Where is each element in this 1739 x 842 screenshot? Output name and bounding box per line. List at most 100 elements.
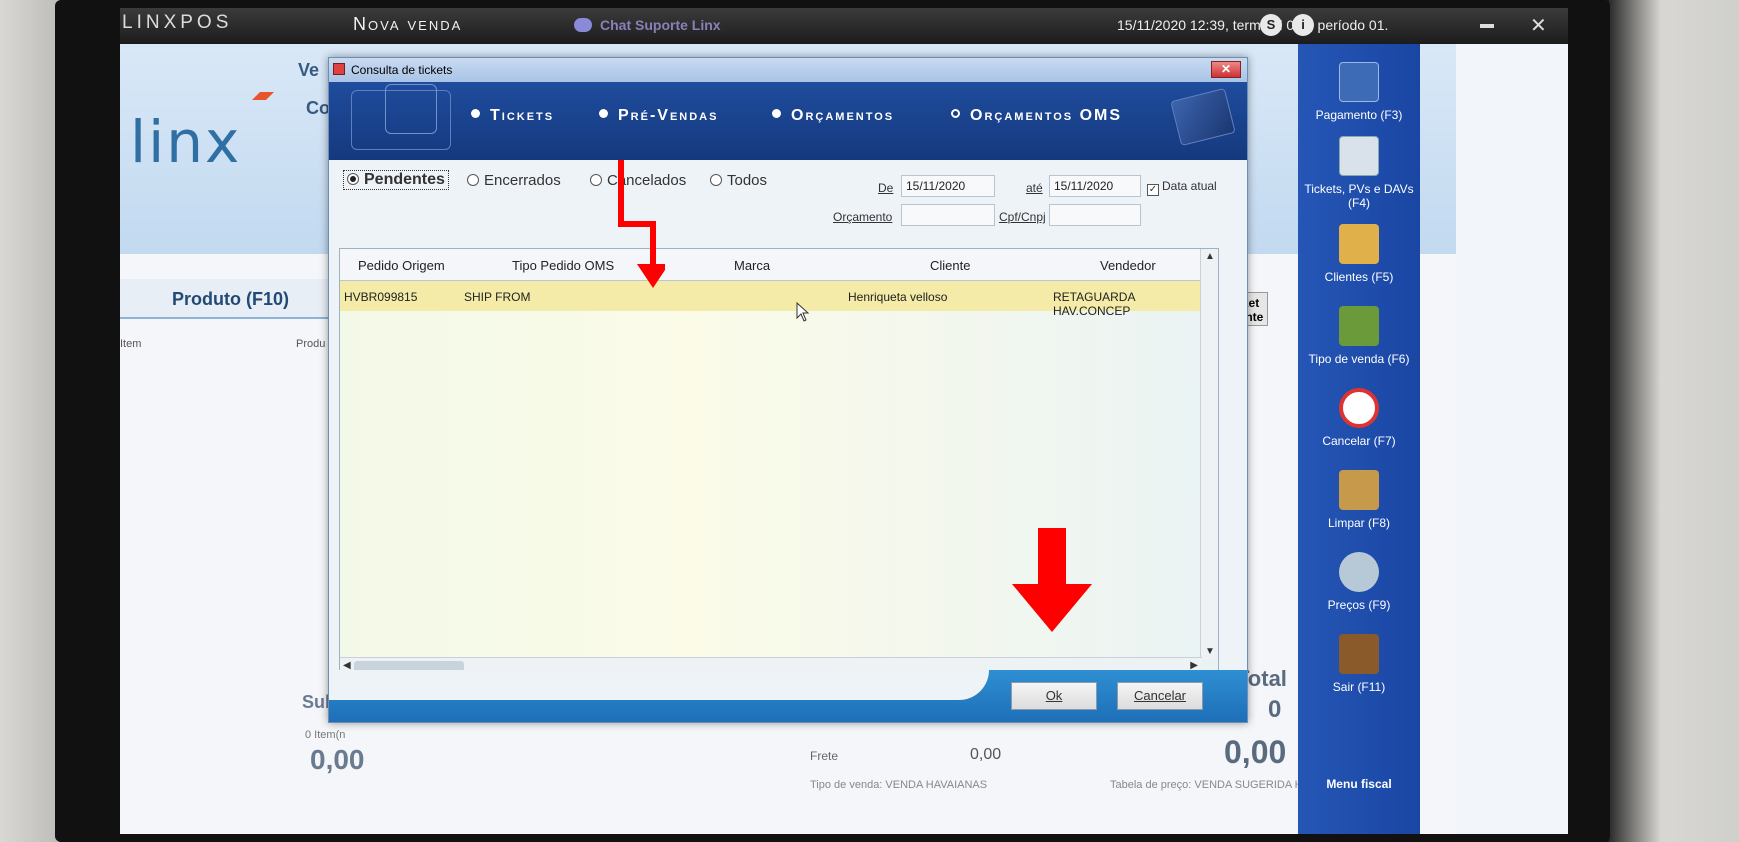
product-field-bar[interactable]: Produto (F10) <box>120 279 360 319</box>
broom-icon <box>1339 470 1379 510</box>
sidebar-item-label: Clientes (F5) <box>1324 270 1394 284</box>
radio-pendentes[interactable]: Pendentes <box>343 170 449 190</box>
window-title: Nova venda <box>353 14 463 34</box>
price-search-icon <box>1339 552 1379 592</box>
sidebar-item-pagamento[interactable]: Pagamento (F3) <box>1298 62 1420 122</box>
cell-tipo: SHIP FROM <box>464 290 531 304</box>
orcamento-input[interactable] <box>901 204 995 226</box>
menu-fiscal-button[interactable]: Menu fiscal <box>1298 764 1420 804</box>
table-row[interactable]: HVBR099815 SHIP FROM Henriqueta velloso … <box>340 281 1200 318</box>
linx-logo-mark-icon <box>244 72 280 122</box>
sidebar-item-clientes[interactable]: Clientes (F5) <box>1298 224 1420 284</box>
app-brand: LINXPOS <box>122 12 233 33</box>
cell-vendedor: RETAGUARDA HAV.CONCEP <box>1053 290 1135 318</box>
linx-logo: linx <box>130 108 242 176</box>
radio-icon <box>467 174 479 186</box>
sidebar-item-cancelar[interactable]: Cancelar (F7) <box>1298 388 1420 448</box>
dialog-titlebar[interactable]: Consulta de tickets ✕ <box>329 58 1247 82</box>
radio-dot-icon <box>772 109 781 118</box>
chat-support-link[interactable]: Chat Suporte Linx <box>574 17 721 33</box>
tab-orcamentos[interactable]: Orçamentos <box>772 107 894 125</box>
dialog-footer: Ok Cancelar <box>329 670 1247 722</box>
checkmark-icon: ✓ <box>1147 184 1159 196</box>
radio-selected-icon <box>347 173 359 185</box>
wallet-decoration-icon <box>1170 87 1236 147</box>
col-cliente[interactable]: Cliente <box>930 258 970 273</box>
ate-label: até <box>1026 181 1043 195</box>
de-label: De <box>878 181 894 195</box>
screen: LINXPOS Nova venda Chat Suporte Linx 15/… <box>120 8 1568 834</box>
action-sidebar: Pagamento (F3) Tickets, PVs e DAVs (F4) … <box>1298 44 1420 834</box>
vertical-scrollbar[interactable]: ▲ ▼ <box>1200 249 1218 659</box>
grid-header: Pedido Origem Tipo Pedido OMS Marca Clie… <box>340 249 1218 281</box>
radio-dot-icon <box>599 109 608 118</box>
sidebar-item-precos[interactable]: Preços (F9) <box>1298 552 1420 612</box>
sidebar-item-label: Preços (F9) <box>1327 598 1391 612</box>
total-value: 0,00 <box>1224 734 1287 770</box>
scroll-up-icon[interactable]: ▲ <box>1205 251 1215 262</box>
radio-todos[interactable]: Todos <box>710 172 767 189</box>
consulta-tickets-dialog: Consulta de tickets ✕ Tickets Pré-Vendas… <box>328 57 1248 723</box>
scroll-down-icon[interactable]: ▼ <box>1205 646 1215 657</box>
col-pedido-origem[interactable]: Pedido Origem <box>358 258 445 273</box>
col-vendedor[interactable]: Vendedor <box>1100 258 1156 273</box>
col-tipo-pedido-oms[interactable]: Tipo Pedido OMS <box>512 258 614 273</box>
data-atual-label: Data atual <box>1162 179 1217 193</box>
footer-wave-decoration <box>329 670 989 700</box>
exit-door-icon <box>1339 634 1379 674</box>
annotation-arrow-down-icon <box>1012 528 1092 632</box>
chat-bubble-icon <box>574 18 592 32</box>
item-count: 0 Item(n <box>305 729 346 741</box>
cell-cliente: Henriqueta velloso <box>848 290 948 304</box>
radio-selected-icon <box>951 109 960 118</box>
tab-label: Orçamentos OMS <box>970 107 1123 124</box>
data-atual-checkbox[interactable]: ✓ Data atual <box>1147 179 1217 196</box>
wallet-icon <box>1339 62 1379 102</box>
cell-pedido: HVBR099815 <box>344 290 418 304</box>
col-marca[interactable]: Marca <box>734 258 770 273</box>
cancel-button[interactable]: Cancelar <box>1117 682 1203 710</box>
subtotal-value: 0,00 <box>310 744 365 775</box>
sidebar-item-label: Tickets, PVs e DAVs (F4) <box>1304 182 1414 210</box>
date-to-input[interactable]: 15/11/2020 <box>1049 175 1141 197</box>
tab-pre-vendas[interactable]: Pré-Vendas <box>599 107 718 125</box>
product-label: Produto (F10) <box>172 289 289 309</box>
ok-button[interactable]: Ok <box>1011 682 1097 710</box>
mouse-cursor-icon <box>796 302 810 322</box>
sale-type-text: Tipo de venda: VENDA HAVAIANAS <box>810 779 988 791</box>
frete-value: 0,00 <box>970 746 1002 763</box>
sidebar-item-label: Cancelar (F7) <box>1322 434 1396 448</box>
session-info: 15/11/2020 12:39, terminal 009, período … <box>1117 17 1389 33</box>
sidebar-item-limpar[interactable]: Limpar (F8) <box>1298 470 1420 530</box>
cancel-icon <box>1339 388 1379 428</box>
shopping-bag-icon <box>1339 306 1379 346</box>
info-icon[interactable]: i <box>1292 14 1314 36</box>
column-produto: Produ <box>296 338 326 350</box>
sidebar-item-sair[interactable]: Sair (F11) <box>1298 634 1420 694</box>
window-icon <box>333 63 345 75</box>
app-topbar: LINXPOS Nova venda Chat Suporte Linx 15/… <box>120 8 1568 44</box>
total-count: 0 <box>1268 696 1282 723</box>
sidebar-item-tickets[interactable]: Tickets, PVs e DAVs (F4) <box>1298 136 1420 210</box>
tab-tickets[interactable]: Tickets <box>471 107 554 125</box>
tab-orcamentos-oms[interactable]: Orçamentos OMS <box>951 107 1122 125</box>
radio-encerrados[interactable]: Encerrados <box>467 172 561 189</box>
cpf-cnpj-input[interactable] <box>1049 204 1141 226</box>
annotation-arrow-bent-icon <box>618 160 665 288</box>
date-from-input[interactable]: 15/11/2020 <box>901 175 995 197</box>
radio-dot-icon <box>471 109 480 118</box>
sidebar-item-label: Pagamento (F3) <box>1315 108 1403 122</box>
sidebar-item-tipo-venda[interactable]: Tipo de venda (F6) <box>1298 306 1420 366</box>
close-icon[interactable]: ✕ <box>1530 13 1547 38</box>
tab-label: Orçamentos <box>791 107 895 124</box>
sidebar-item-label: Limpar (F8) <box>1327 516 1390 530</box>
clients-icon <box>1339 224 1379 264</box>
sidebar-item-label: Tipo de venda (F6) <box>1308 352 1410 366</box>
dialog-close-button[interactable]: ✕ <box>1211 61 1241 78</box>
banner-decoration <box>385 84 437 134</box>
photo-background-right <box>1609 0 1739 842</box>
frete-label: Frete <box>810 749 839 763</box>
minimize-button[interactable] <box>1480 24 1494 28</box>
skype-icon[interactable]: S <box>1260 14 1282 36</box>
chat-support-label: Chat Suporte Linx <box>600 17 721 33</box>
